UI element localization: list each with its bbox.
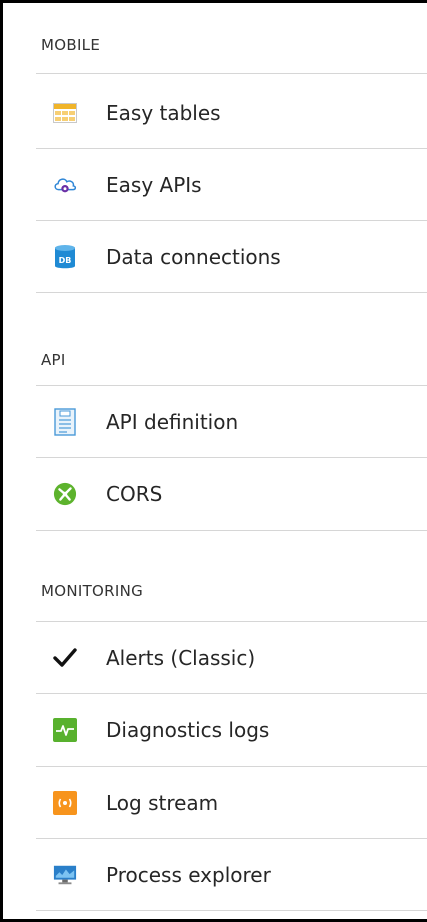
menu-item-api-definition[interactable]: API definition [36,386,427,458]
menu-item-label: API definition [106,410,239,434]
menu-item-log-stream[interactable]: Log stream [36,767,427,839]
checkmark-icon [53,646,77,670]
section-header-monitoring: MONITORING [41,582,144,600]
settings-menu-panel: MOBILE Easy tables Easy APIs DB Data con… [0,0,427,922]
database-icon: DB [53,245,77,269]
document-icon [53,408,77,436]
menu-item-easy-apis[interactable]: Easy APIs [36,149,427,221]
pulse-icon [53,718,77,742]
table-icon [53,101,77,125]
monitor-icon [53,863,77,887]
menu-item-label: Easy APIs [106,173,202,197]
menu-item-label: Easy tables [106,101,221,125]
menu-item-cors[interactable]: CORS [36,458,427,530]
section-header-api: API [41,351,66,369]
menu-item-alerts-classic[interactable]: Alerts (Classic) [36,622,427,694]
menu-item-label: Diagnostics logs [106,718,270,742]
menu-item-label: CORS [106,482,163,506]
section-header-mobile: MOBILE [41,36,101,54]
menu-item-data-connections[interactable]: DB Data connections [36,221,427,293]
divider [36,292,427,293]
menu-item-easy-tables[interactable]: Easy tables [36,77,427,149]
menu-item-diagnostics-logs[interactable]: Diagnostics logs [36,694,427,766]
menu-item-label: Log stream [106,791,219,815]
cloud-api-icon [53,173,77,197]
cors-icon [53,482,77,506]
stream-icon [53,791,77,815]
database-badge-text: DB [59,256,72,265]
menu-item-label: Alerts (Classic) [106,646,256,670]
menu-item-process-explorer[interactable]: Process explorer [36,839,427,911]
menu-item-label: Process explorer [106,863,271,887]
divider [36,530,427,531]
menu-item-label: Data connections [106,245,281,269]
divider [36,73,427,74]
divider [36,910,427,911]
